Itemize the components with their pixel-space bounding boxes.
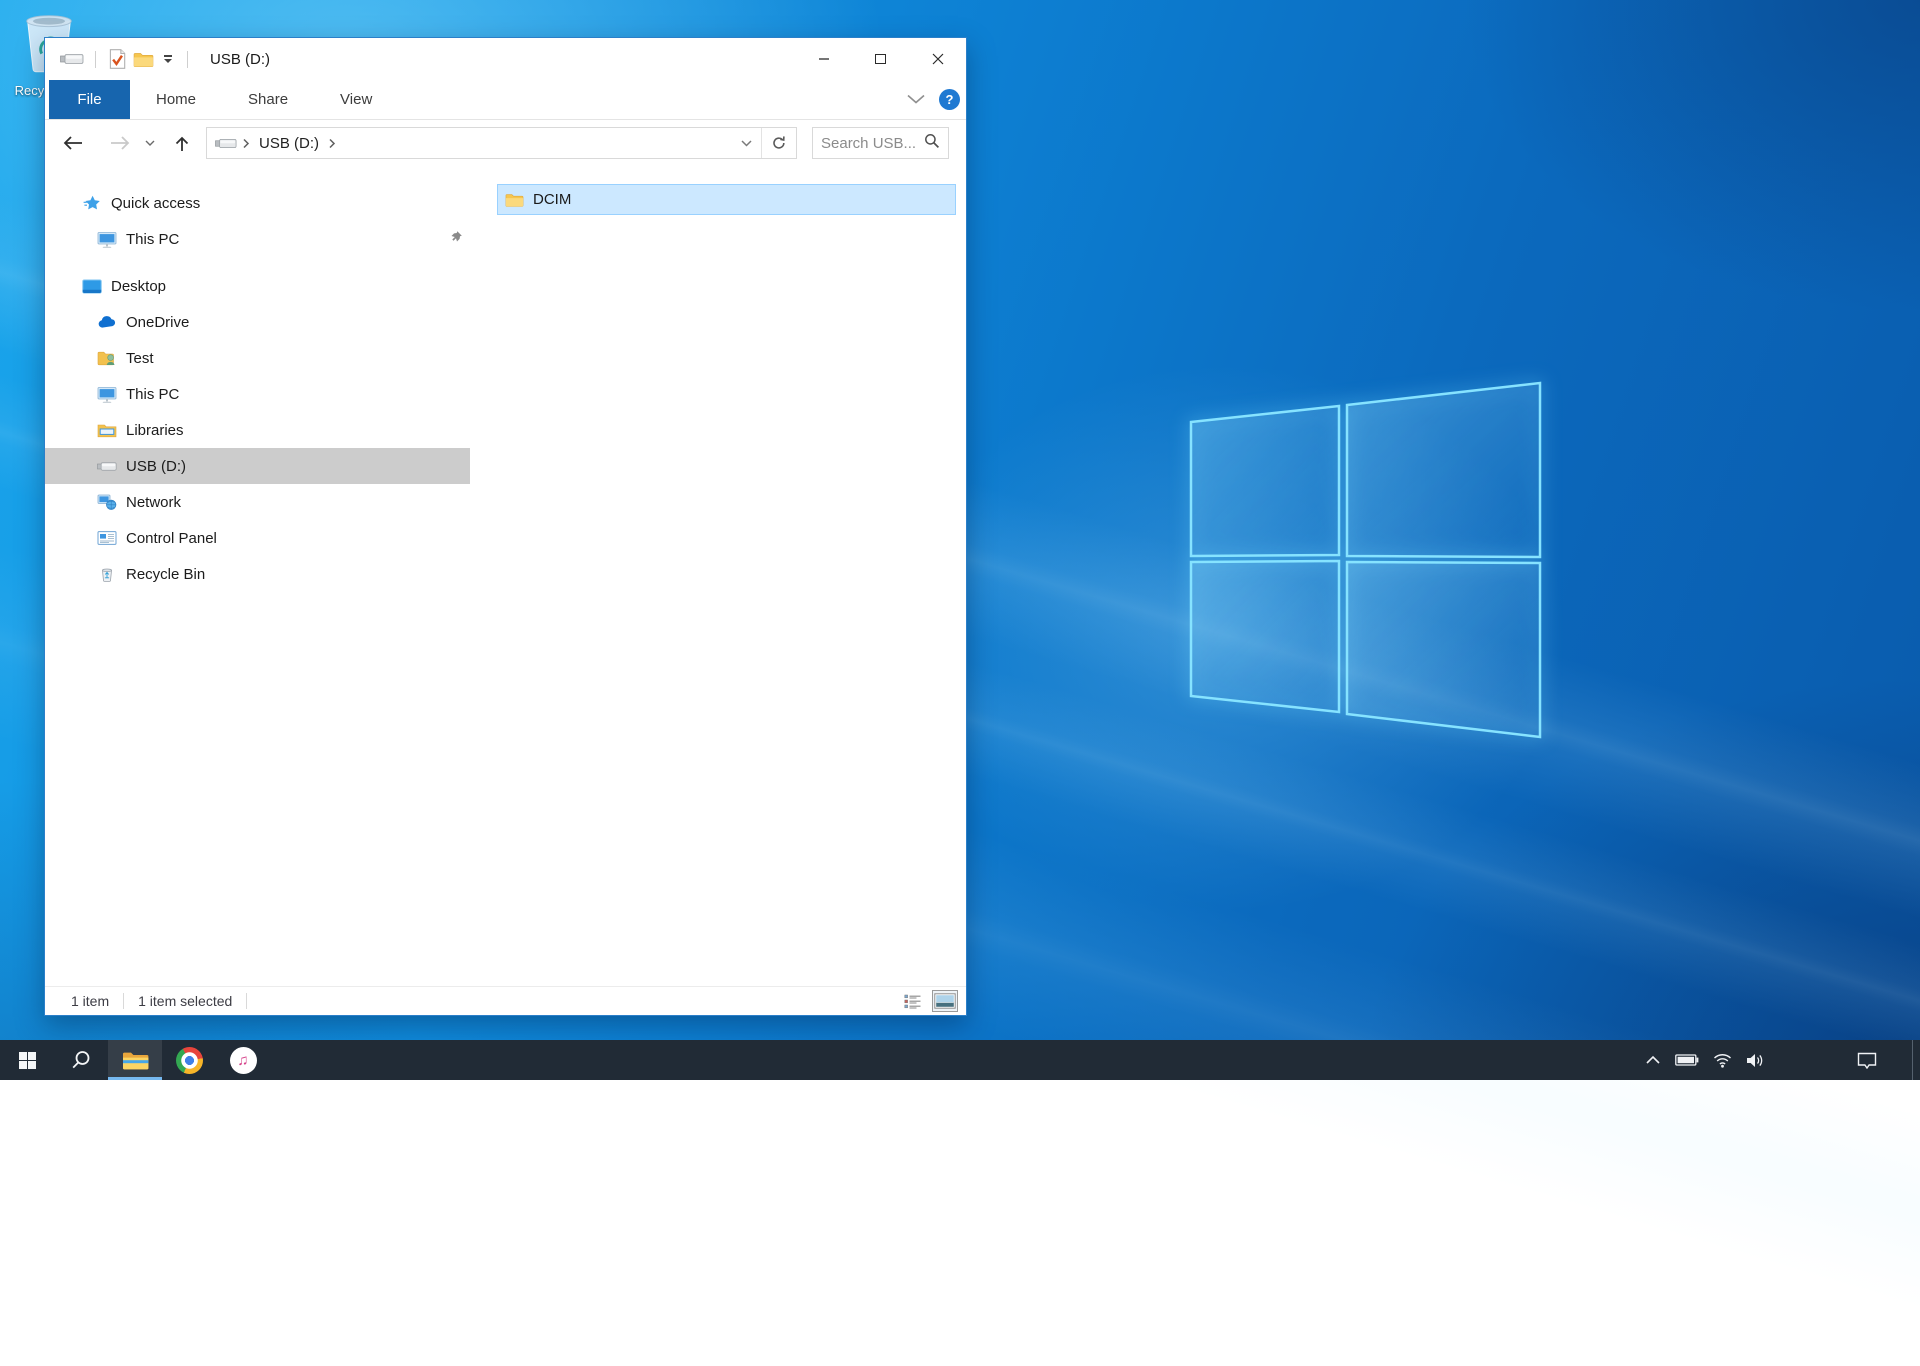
taskbar-chrome-button[interactable] (162, 1040, 216, 1080)
usb-drive-icon (97, 457, 117, 475)
search-input[interactable] (821, 135, 924, 152)
taskbar: ♫ (0, 1040, 1920, 1080)
divider (123, 993, 124, 1009)
refresh-button[interactable] (762, 128, 796, 158)
show-desktop-button[interactable] (1912, 1040, 1920, 1080)
sidebar-item-desktop[interactable]: Desktop (45, 268, 470, 304)
sidebar-item-usb-drive[interactable]: USB (D:) (45, 448, 470, 484)
divider (187, 51, 188, 68)
sidebar-item-this-pc[interactable]: This PC (45, 376, 470, 412)
breadcrumb-chevron-icon[interactable] (242, 138, 250, 149)
tab-share[interactable]: Share (228, 80, 308, 119)
window-title: USB (D:) (210, 51, 270, 68)
item-count: 1 item (71, 993, 109, 1009)
file-item-dcim[interactable]: DCIM (497, 184, 956, 215)
expand-ribbon-chevron-icon[interactable] (907, 91, 925, 109)
content-area: Quick access This PC Desktop (45, 166, 966, 987)
usb-drive-icon (215, 138, 237, 149)
quick-access-star-icon (82, 194, 102, 212)
divider (95, 51, 96, 68)
desktop-icon (82, 277, 102, 295)
details-view-button[interactable] (900, 990, 926, 1012)
close-button[interactable] (909, 38, 966, 80)
system-tray (1638, 1040, 1920, 1080)
address-bar-row: USB (D:) (45, 120, 966, 166)
wifi-icon[interactable] (1706, 1040, 1739, 1080)
taskbar-itunes-button[interactable]: ♫ (216, 1040, 270, 1080)
sidebar-item-control-panel[interactable]: Control Panel (45, 520, 470, 556)
taskbar-search-button[interactable] (54, 1040, 108, 1080)
sidebar-item-network[interactable]: Network (45, 484, 470, 520)
breadcrumb-chevron-icon[interactable] (328, 138, 336, 149)
file-list-pane[interactable]: DCIM (470, 166, 966, 987)
sidebar-item-onedrive[interactable]: OneDrive (45, 304, 470, 340)
titlebar[interactable]: USB (D:) (45, 38, 966, 80)
status-bar: 1 item 1 item selected (45, 986, 966, 1015)
network-icon (97, 493, 117, 511)
volume-icon[interactable] (1739, 1040, 1772, 1080)
help-button[interactable]: ? (939, 89, 960, 110)
properties-check-icon[interactable] (107, 48, 127, 70)
maximize-button[interactable] (852, 38, 909, 80)
file-explorer-icon (122, 1050, 149, 1071)
itunes-icon: ♫ (230, 1047, 257, 1074)
sidebar-item-quick-access[interactable]: Quick access (45, 185, 470, 221)
search-box[interactable] (812, 127, 949, 159)
breadcrumb-segment-usb[interactable]: USB (D:) (259, 135, 319, 152)
sidebar-item-libraries[interactable]: Libraries (45, 412, 470, 448)
file-name: DCIM (533, 191, 571, 208)
forward-button[interactable] (106, 120, 134, 166)
sidebar-item-test[interactable]: Test (45, 340, 470, 376)
pin-icon (448, 230, 463, 249)
start-button[interactable] (0, 1040, 54, 1080)
search-icon (71, 1050, 91, 1070)
recent-locations-chevron-icon[interactable] (141, 120, 159, 166)
battery-icon[interactable] (1668, 1040, 1706, 1080)
recycle-bin-icon (97, 565, 117, 583)
selection-count: 1 item selected (138, 993, 232, 1009)
file-explorer-window: USB (D:) File Home Share View ? (44, 37, 967, 1016)
back-button[interactable] (59, 120, 87, 166)
address-dropdown-chevron-icon[interactable] (731, 128, 761, 158)
ribbon-tab-row: File Home Share View ? (45, 80, 966, 120)
windows-logo (1150, 350, 1580, 770)
onedrive-cloud-icon (97, 313, 117, 331)
taskbar-file-explorer-button[interactable] (108, 1040, 162, 1080)
usb-drive-window-icon (60, 53, 84, 65)
monitor-icon (97, 385, 117, 403)
libraries-folder-icon (97, 421, 117, 439)
up-button[interactable] (167, 120, 197, 166)
control-panel-icon (97, 529, 117, 547)
tab-file[interactable]: File (49, 80, 130, 119)
folder-icon (505, 192, 524, 208)
new-folder-icon[interactable] (133, 51, 154, 68)
sidebar-item-recycle-bin[interactable]: Recycle Bin (45, 556, 470, 592)
divider (246, 993, 247, 1009)
customize-quick-access-toolbar-dropdown[interactable] (161, 55, 175, 63)
address-bar[interactable]: USB (D:) (206, 127, 797, 159)
windows-start-icon (19, 1052, 36, 1069)
hidden-icons-chevron-icon[interactable] (1638, 1040, 1668, 1080)
chrome-icon (176, 1047, 203, 1074)
minimize-button[interactable] (795, 38, 852, 80)
tab-view[interactable]: View (320, 80, 392, 119)
large-thumbnails-view-button[interactable] (932, 990, 958, 1012)
search-icon[interactable] (924, 133, 940, 154)
monitor-icon (97, 230, 117, 248)
tab-home[interactable]: Home (136, 80, 216, 119)
navigation-pane: Quick access This PC Desktop (45, 166, 470, 987)
sidebar-item-this-pc-pinned[interactable]: This PC (45, 221, 470, 257)
user-folder-icon (97, 349, 117, 367)
action-center-icon[interactable] (1850, 1040, 1884, 1080)
